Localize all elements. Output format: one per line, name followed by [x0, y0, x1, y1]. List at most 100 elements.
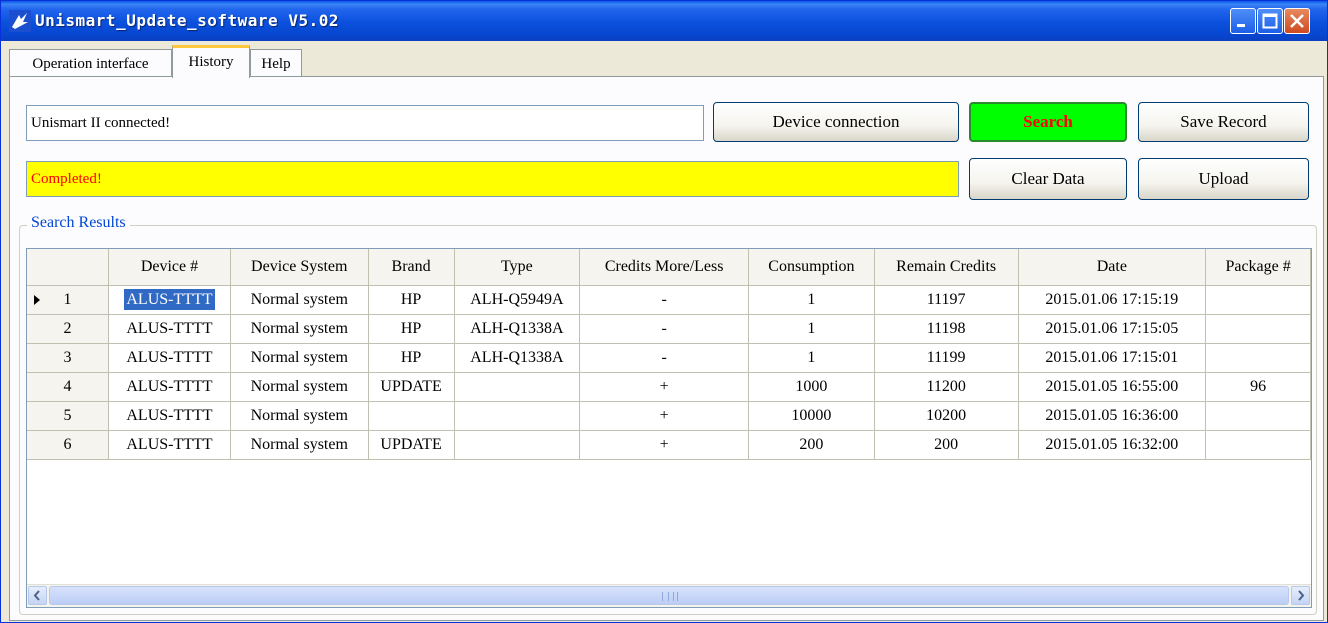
- cell-date[interactable]: 2015.01.05 16:32:00: [1018, 430, 1207, 460]
- col-header-date[interactable]: Date: [1018, 249, 1207, 286]
- cell-remain[interactable]: 11199: [874, 343, 1019, 373]
- col-header-consumption[interactable]: Consumption: [748, 249, 875, 286]
- cell-consumption[interactable]: 1000: [748, 372, 875, 402]
- grip-icon: [662, 592, 678, 601]
- search-results-label: Search Results: [27, 214, 130, 232]
- scroll-left-button[interactable]: [28, 586, 47, 605]
- minimize-button[interactable]: [1230, 8, 1256, 34]
- cell-brand[interactable]: HP: [368, 285, 455, 315]
- cell-brand[interactable]: HP: [368, 343, 455, 373]
- col-header-credits[interactable]: Credits More/Less: [579, 249, 750, 286]
- cell-consumption[interactable]: 1: [748, 343, 875, 373]
- operation-status-field[interactable]: Completed!: [26, 161, 959, 197]
- cell-credits[interactable]: -: [579, 314, 750, 344]
- cell-credits[interactable]: -: [579, 285, 750, 315]
- window-title: Unismart_Update_software V5.02: [35, 11, 339, 30]
- cell-credits[interactable]: +: [579, 401, 750, 431]
- row-number[interactable]: 5: [27, 401, 110, 431]
- results-table: Device # Device System Brand Type Credit…: [27, 249, 1311, 460]
- row-number[interactable]: 2: [27, 314, 110, 344]
- cell-remain[interactable]: 10200: [874, 401, 1019, 431]
- cell-package[interactable]: [1205, 285, 1311, 315]
- cell-consumption[interactable]: 1: [748, 285, 875, 315]
- cell-brand[interactable]: UPDATE: [368, 372, 455, 402]
- cell-type[interactable]: ALH-Q1338A: [454, 343, 581, 373]
- close-button[interactable]: [1284, 8, 1310, 34]
- cell-credits[interactable]: +: [579, 430, 750, 460]
- clear-data-button[interactable]: Clear Data: [969, 158, 1127, 200]
- cell-consumption[interactable]: 10000: [748, 401, 875, 431]
- table-row[interactable]: 6 ALUS-TTTT Normal system UPDATE + 200 2…: [27, 430, 1311, 460]
- cell-system[interactable]: Normal system: [230, 401, 369, 431]
- table-row[interactable]: 4 ALUS-TTTT Normal system UPDATE + 1000 …: [27, 372, 1311, 402]
- cell-date[interactable]: 2015.01.05 16:55:00: [1018, 372, 1207, 402]
- scroll-thumb[interactable]: [49, 586, 1289, 605]
- cell-remain[interactable]: 11200: [874, 372, 1019, 402]
- col-header-package[interactable]: Package #: [1205, 249, 1311, 286]
- cell-date[interactable]: 2015.01.05 16:36:00: [1018, 401, 1207, 431]
- cell-type[interactable]: ALH-Q5949A: [454, 285, 581, 315]
- col-header-device-system[interactable]: Device System: [230, 249, 369, 286]
- table-row[interactable]: 3 ALUS-TTTT Normal system HP ALH-Q1338A …: [27, 343, 1311, 373]
- cell-system[interactable]: Normal system: [230, 285, 369, 315]
- table-row[interactable]: 1 ALUS-TTTT Normal system HP ALH-Q5949A …: [27, 285, 1311, 315]
- cell-brand[interactable]: [368, 401, 455, 431]
- cell-device[interactable]: ALUS-TTTT: [108, 372, 231, 402]
- row-number[interactable]: 6: [27, 430, 110, 460]
- cell-remain[interactable]: 200: [874, 430, 1019, 460]
- tab-history[interactable]: History: [172, 45, 250, 78]
- col-header-brand[interactable]: Brand: [368, 249, 455, 286]
- cell-package[interactable]: [1205, 343, 1311, 373]
- cell-date[interactable]: 2015.01.06 17:15:05: [1018, 314, 1207, 344]
- cell-system[interactable]: Normal system: [230, 343, 369, 373]
- cell-consumption[interactable]: 1: [748, 314, 875, 344]
- cell-device[interactable]: ALUS-TTTT: [108, 343, 231, 373]
- table-row[interactable]: 5 ALUS-TTTT Normal system + 10000 10200 …: [27, 401, 1311, 431]
- cell-credits[interactable]: +: [579, 372, 750, 402]
- cell-brand[interactable]: UPDATE: [368, 430, 455, 460]
- cell-consumption[interactable]: 200: [748, 430, 875, 460]
- device-connection-button[interactable]: Device connection: [713, 102, 959, 142]
- cell-type[interactable]: ALH-Q1338A: [454, 314, 581, 344]
- cell-package[interactable]: [1205, 430, 1311, 460]
- row-number[interactable]: 3: [27, 343, 110, 373]
- app-window: Unismart_Update_software V5.02 Operation…: [0, 0, 1328, 623]
- scroll-right-button[interactable]: [1291, 586, 1310, 605]
- connection-status-field[interactable]: Unismart II connected!: [26, 105, 704, 141]
- results-grid[interactable]: Device # Device System Brand Type Credit…: [26, 248, 1312, 608]
- row-number[interactable]: 4: [27, 372, 110, 402]
- cell-system[interactable]: Normal system: [230, 314, 369, 344]
- cell-device[interactable]: ALUS-TTTT: [108, 430, 231, 460]
- table-row[interactable]: 2 ALUS-TTTT Normal system HP ALH-Q1338A …: [27, 314, 1311, 344]
- cell-system[interactable]: Normal system: [230, 372, 369, 402]
- cell-system[interactable]: Normal system: [230, 430, 369, 460]
- cell-brand[interactable]: HP: [368, 314, 455, 344]
- horizontal-scrollbar[interactable]: [27, 584, 1311, 607]
- cell-package[interactable]: [1205, 401, 1311, 431]
- search-button[interactable]: Search: [969, 102, 1127, 142]
- cell-device[interactable]: ALUS-TTTT: [108, 285, 231, 315]
- title-bar[interactable]: Unismart_Update_software V5.02: [1, 1, 1327, 41]
- col-header-device[interactable]: Device #: [108, 249, 231, 286]
- cell-device[interactable]: ALUS-TTTT: [108, 314, 231, 344]
- cell-credits[interactable]: -: [579, 343, 750, 373]
- cell-package[interactable]: [1205, 314, 1311, 344]
- cell-type[interactable]: [454, 401, 581, 431]
- chevron-left-icon: [33, 590, 40, 601]
- row-number[interactable]: 1: [27, 285, 110, 315]
- tab-help[interactable]: Help: [250, 49, 302, 77]
- upload-button[interactable]: Upload: [1138, 158, 1309, 200]
- cell-device[interactable]: ALUS-TTTT: [108, 401, 231, 431]
- cell-date[interactable]: 2015.01.06 17:15:19: [1018, 285, 1207, 315]
- cell-date[interactable]: 2015.01.06 17:15:01: [1018, 343, 1207, 373]
- col-header-remain-credits[interactable]: Remain Credits: [874, 249, 1019, 286]
- cell-package[interactable]: 96: [1205, 372, 1311, 402]
- cell-type[interactable]: [454, 430, 581, 460]
- cell-remain[interactable]: 11197: [874, 285, 1019, 315]
- cell-type[interactable]: [454, 372, 581, 402]
- tab-operation-interface[interactable]: Operation interface: [9, 49, 172, 77]
- col-header-type[interactable]: Type: [454, 249, 581, 286]
- save-record-button[interactable]: Save Record: [1138, 102, 1309, 142]
- cell-remain[interactable]: 11198: [874, 314, 1019, 344]
- maximize-button[interactable]: [1257, 8, 1283, 34]
